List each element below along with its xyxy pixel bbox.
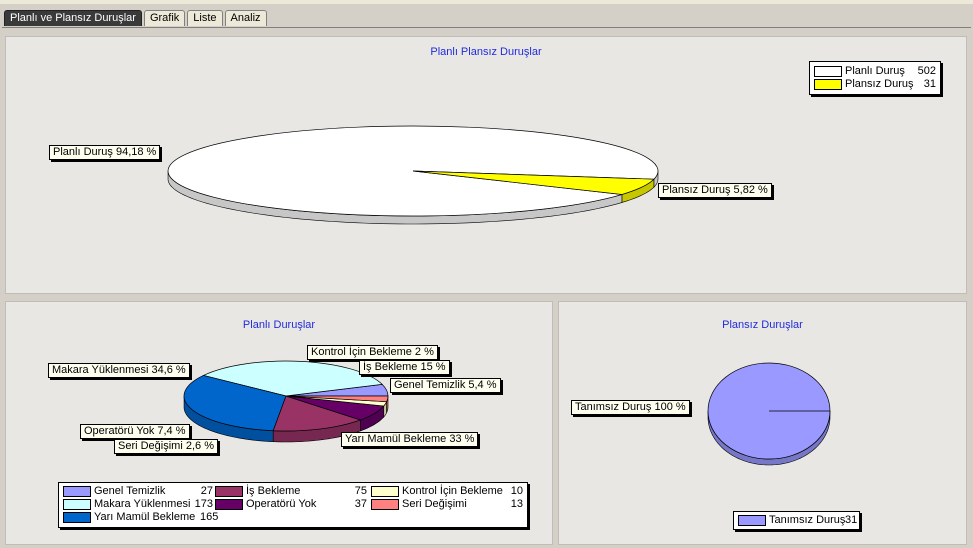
tab-liste[interactable]: Liste (187, 10, 223, 26)
window-top-strip (0, 0, 973, 4)
chart-panel-overall: Planlı Plansız Duruşlar Planlı Duruş 94,… (5, 36, 967, 294)
legend-entry: İş Bekleme 75 (215, 485, 367, 498)
legend-value: 10 (510, 485, 523, 497)
slice-label-plansiz: Plansız Duruş 5,82 % (658, 183, 772, 198)
legend-entry: Yarı Mamül Bekleme 165 (63, 511, 223, 524)
legend-value: 37 (354, 498, 367, 510)
legend-label: Tanımsız Duruş (769, 514, 846, 526)
tab-analiz[interactable]: Analiz (224, 10, 267, 26)
pie-slices (183, 360, 389, 432)
slice-label-seri: Seri Değişimi 2,6 % (114, 439, 218, 454)
tab-bar: Planlı ve Plansız Duruşlar Grafik Liste … (4, 10, 267, 27)
legend-value: 31 (845, 514, 858, 526)
legend-entry: Kontrol İçin Bekleme 10 (371, 485, 523, 498)
legend-label: İş Bekleme (246, 485, 301, 497)
legend-entry: Tanımsız Duruş 31 (738, 514, 858, 527)
pie-slices (707, 362, 831, 460)
chart-workspace: Planlı Plansız Duruşlar Planlı Duruş 94,… (2, 27, 971, 547)
legend-entry: Planlı Duruş 502 (814, 65, 938, 78)
legend-label: Makara Yüklenmesi (94, 498, 191, 510)
slice-label-kontrol: Kontrol İçin Bekleme 2 % (307, 345, 438, 360)
legend-value: 173 (194, 498, 213, 510)
chart-legend: Tanımsız Duruş 31 (733, 511, 860, 530)
tab-grafik[interactable]: Grafik (143, 10, 186, 26)
chart-panel-planned: Planlı Duruşlar Makara Yüklenmesi 34,6 %… (5, 301, 553, 545)
legend-value: 502 (917, 65, 936, 77)
legend-value: 27 (200, 485, 213, 497)
legend-swatch (814, 66, 842, 77)
legend-label: Seri Değişimi (402, 498, 467, 510)
chart-title: Planlı Duruşlar (242, 319, 316, 331)
chart-title: Plansız Duruşlar (722, 319, 803, 331)
legend-swatch (215, 499, 243, 510)
legend-swatch (738, 515, 766, 526)
legend-entry: Seri Değişimi 13 (371, 498, 523, 511)
legend-label: Planlı Duruş (845, 65, 905, 77)
slice-label-is-bekleme: İş Bekleme 15 % (359, 360, 450, 375)
legend-swatch (215, 486, 243, 497)
legend-entry: Plansız Duruş 31 (814, 78, 938, 91)
legend-value: 165 (200, 511, 219, 523)
legend-entry: Operatörü Yok 37 (215, 498, 367, 511)
legend-value: 13 (510, 498, 523, 510)
pie-slices (167, 125, 659, 217)
legend-swatch (371, 499, 399, 510)
chart-legend: Genel Temizlik 27 İş Bekleme 75 Kontrol … (58, 482, 528, 528)
legend-value: 75 (354, 485, 367, 497)
slice-label-makara: Makara Yüklenmesi 34,6 % (48, 363, 190, 378)
slice-label-operator: Operatörü Yok 7,4 % (80, 424, 190, 439)
chart-legend: Planlı Duruş 502 Plansız Duruş 31 (809, 61, 941, 95)
legend-entry: Genel Temizlik 27 (63, 485, 213, 498)
legend-label: Kontrol İçin Bekleme (402, 485, 503, 497)
legend-label: Plansız Duruş (845, 78, 914, 90)
legend-swatch (371, 486, 399, 497)
slice-label-yari-mamul: Yarı Mamül Bekleme 33 % (341, 432, 479, 447)
legend-swatch (814, 79, 842, 90)
unplanned-pie-chart (707, 362, 831, 466)
chart-panel-unplanned: Plansız Duruşlar Tanımsız Duruş 100 % Ta… (558, 301, 967, 545)
slice-label-planli: Planlı Duruş 94,18 % (49, 145, 161, 160)
legend-swatch (63, 512, 91, 523)
tab-planli-plansiz[interactable]: Planlı ve Plansız Duruşlar (4, 10, 142, 26)
slice-label-tanimsiz: Tanımsız Duruş 100 % (571, 400, 690, 415)
legend-swatch (63, 486, 91, 497)
legend-label: Yarı Mamül Bekleme (94, 511, 196, 523)
legend-value: 31 (923, 78, 936, 90)
slice-label-genel: Genel Temizlik 5,4 % (390, 378, 501, 393)
legend-label: Genel Temizlik (94, 485, 166, 497)
chart-title: Planlı Plansız Duruşlar (430, 46, 542, 58)
legend-label: Operatörü Yok (246, 498, 317, 510)
legend-swatch (63, 499, 91, 510)
legend-entry: Makara Yüklenmesi 173 (63, 498, 213, 511)
